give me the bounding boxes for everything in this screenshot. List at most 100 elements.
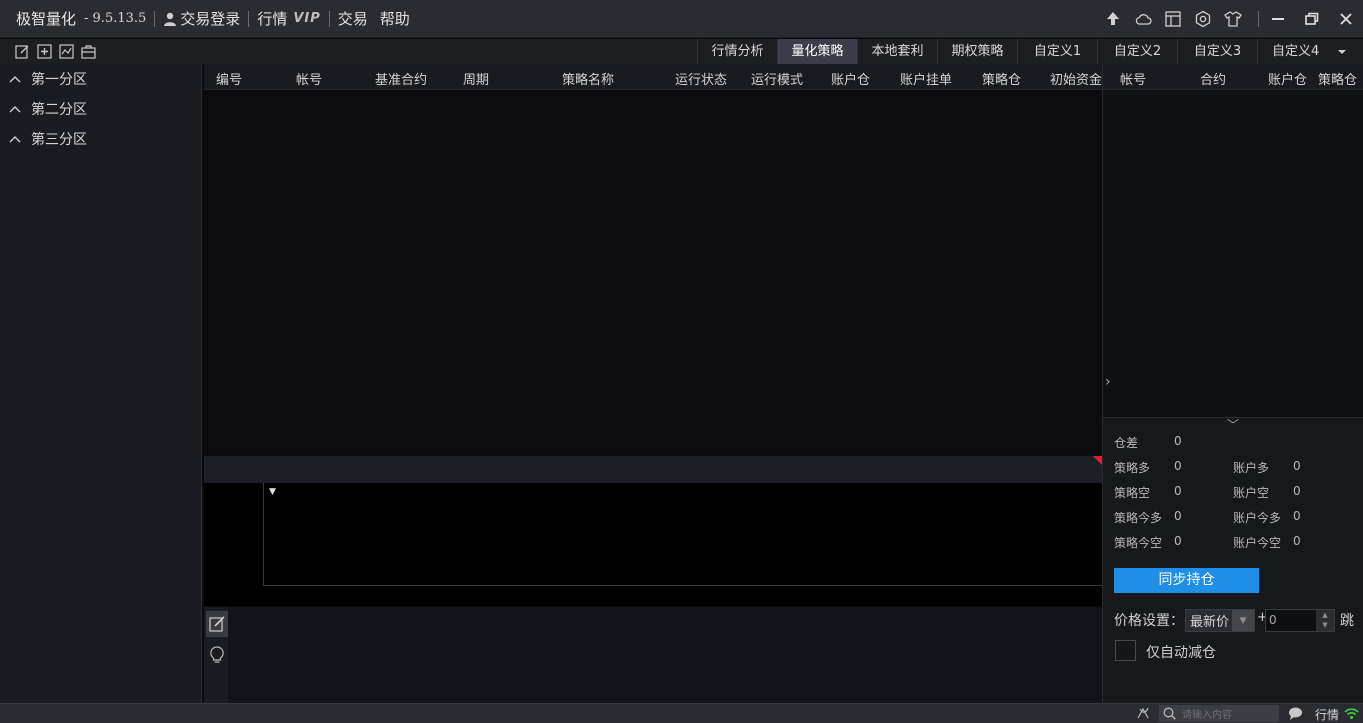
column-header[interactable]: 周期 — [463, 69, 489, 88]
column-header[interactable]: 帐号 — [296, 69, 322, 88]
chat-icon[interactable] — [1288, 706, 1303, 723]
stepper-down-icon[interactable]: ▼ — [1316, 620, 1334, 630]
column-header[interactable]: 基准合约 — [375, 69, 427, 88]
editor-sidebar — [204, 607, 228, 703]
sidebar-section-label: 第二分区 — [31, 102, 87, 118]
dropdown-arrow-icon[interactable]: ▼ — [269, 487, 276, 497]
tab-custom-2[interactable]: 自定义2 — [1097, 39, 1177, 64]
tab-option-strategy[interactable]: 期权策略 — [937, 39, 1017, 64]
chevron-up-icon — [9, 135, 23, 143]
stat-label: 策略今多 — [1114, 511, 1163, 525]
sidebar-section-1[interactable]: 第一分区 — [0, 64, 201, 94]
column-header[interactable]: 账户仓 — [1268, 69, 1307, 88]
tab-custom-1[interactable]: 自定义1 — [1017, 39, 1097, 64]
restore-icon[interactable] — [1295, 0, 1329, 38]
shirt-skin-icon[interactable] — [1218, 0, 1248, 38]
chevron-down-icon[interactable]: ﹀ — [1227, 416, 1239, 433]
toolbar: 行情分析 量化策略 本地套利 期权策略 自定义1 自定义2 自定义3 自定义4 — [0, 39, 1363, 64]
sync-position-button[interactable]: 同步持仓 — [1114, 568, 1259, 593]
price-type-value: 最新价 — [1190, 615, 1230, 630]
log-panel[interactable]: ▼ — [263, 483, 1102, 586]
position-table-header: 帐号 合约 账户仓 策略仓 — [1103, 64, 1363, 90]
vip-badge: VIP — [293, 11, 321, 26]
column-header[interactable]: 合约 — [1200, 69, 1226, 88]
plugin-icon[interactable] — [1136, 706, 1150, 723]
price-setting-label: 价格设置： — [1114, 613, 1184, 629]
column-header[interactable]: 编号 — [216, 69, 242, 88]
stat-label: 策略空 — [1114, 486, 1151, 500]
stat-label: 策略多 — [1114, 461, 1151, 475]
add-icon[interactable] — [36, 43, 52, 59]
stat-label: 账户今空 — [1233, 536, 1282, 550]
sidebar-section-2[interactable]: 第二分区 — [0, 94, 201, 124]
column-header[interactable]: 策略名称 — [562, 69, 614, 88]
close-icon[interactable] — [1329, 0, 1363, 38]
cloud-icon[interactable] — [1128, 0, 1158, 38]
stat-label: 策略今空 — [1114, 536, 1163, 550]
search-icon — [1163, 707, 1176, 720]
column-header[interactable]: 运行模式 — [751, 69, 803, 88]
column-header[interactable]: 运行状态 — [675, 69, 727, 88]
stat-value: 0 — [1293, 534, 1301, 548]
chevron-down-icon[interactable]: ▼ — [1232, 610, 1254, 631]
tab-bar: 行情分析 量化策略 本地套利 期权策略 自定义1 自定义2 自定义3 自定义4 — [697, 39, 1354, 64]
status-bar: 请输入内容 行情 — [0, 703, 1363, 723]
auto-reduce-checkbox[interactable] — [1115, 640, 1136, 661]
tick-offset-value: 0 — [1269, 613, 1277, 627]
chevron-right-icon[interactable]: › — [1105, 374, 1111, 390]
stat-value: 0 — [1293, 509, 1301, 523]
column-header[interactable]: 账户挂单 — [900, 69, 952, 88]
alert-marker-icon — [1093, 456, 1102, 465]
stat-label: 账户多 — [1233, 461, 1270, 475]
splitter-bar[interactable] — [204, 456, 1102, 483]
position-panel: 帐号 合约 账户仓 策略仓 › ﹀ 仓差 0 策略多 0 账户多 0 策略空 0… — [1102, 64, 1363, 703]
tab-quant-strategy[interactable]: 量化策略 — [777, 39, 857, 64]
separator — [154, 10, 156, 27]
market-menu[interactable]: 行情 VIP — [257, 8, 320, 29]
stat-label: 账户今多 — [1233, 511, 1282, 525]
trade-menu[interactable]: 交易 — [338, 8, 368, 29]
column-header[interactable]: 策略仓 — [1318, 69, 1357, 88]
strategy-table-header: 编号 帐号 基准合约 周期 策略名称 运行状态 运行模式 账户仓 账户挂单 策略… — [204, 64, 1102, 90]
edit-note-icon[interactable] — [206, 611, 228, 637]
tab-market-analysis[interactable]: 行情分析 — [697, 39, 777, 64]
log-area: ▼ — [204, 483, 1102, 606]
stat-label: 仓差 — [1114, 436, 1139, 450]
column-header[interactable]: 账户仓 — [831, 69, 870, 88]
sidebar-section-3[interactable]: 第三分区 — [0, 124, 201, 154]
chart-icon[interactable] — [58, 43, 74, 59]
stepper-up-icon[interactable]: ▲ — [1316, 610, 1334, 620]
tab-custom-3[interactable]: 自定义3 — [1177, 39, 1257, 64]
sidebar-section-label: 第一分区 — [31, 72, 87, 88]
column-header[interactable]: 帐号 — [1120, 69, 1146, 88]
hexagon-settings-icon[interactable] — [1188, 0, 1218, 38]
briefcase-icon[interactable] — [80, 43, 96, 59]
minimize-icon[interactable] — [1261, 0, 1295, 38]
price-type-select[interactable]: 最新价 ▼ — [1185, 609, 1255, 632]
position-stats: ﹀ 仓差 0 策略多 0 账户多 0 策略空 0 账户空 0 策略今多 0 账户… — [1103, 417, 1363, 564]
layout-icon[interactable] — [1158, 0, 1188, 38]
chevron-up-icon — [9, 105, 23, 113]
column-header[interactable]: 策略仓 — [982, 69, 1021, 88]
help-menu[interactable]: 帮助 — [380, 8, 410, 29]
market-status-label: 行情 — [1315, 708, 1340, 722]
position-controls: 同步持仓 价格设置： 最新价 ▼ + 0 ▲ ▼ 跳 仅自动减仓 — [1103, 564, 1363, 703]
status-search-input[interactable]: 请输入内容 — [1159, 705, 1279, 722]
edit-icon[interactable] — [14, 43, 30, 59]
app-version: - 9.5.13.5 — [84, 11, 147, 26]
stat-value: 0 — [1174, 534, 1182, 548]
trade-login-menu[interactable]: 交易登录 — [163, 8, 240, 29]
title-bar: 极智量化 - 9.5.13.5 交易登录 行情 VIP 交易 帮助 — [0, 0, 1363, 38]
tick-stepper[interactable]: ▲ ▼ — [1316, 610, 1334, 631]
tab-local-arbitrage[interactable]: 本地套利 — [857, 39, 937, 64]
auto-reduce-label: 仅自动减仓 — [1146, 645, 1216, 661]
stat-value: 0 — [1174, 484, 1182, 498]
tab-custom-4[interactable]: 自定义4 — [1257, 39, 1354, 64]
market-menu-label: 行情 — [257, 10, 288, 28]
tick-offset-input[interactable]: 0 ▲ ▼ — [1265, 609, 1335, 632]
upload-icon[interactable] — [1098, 0, 1128, 38]
strategy-table: 编号 帐号 基准合约 周期 策略名称 运行状态 运行模式 账户仓 账户挂单 策略… — [204, 64, 1102, 454]
stat-value: 0 — [1174, 434, 1182, 448]
lightbulb-icon[interactable] — [206, 642, 228, 668]
column-header[interactable]: 初始资金 — [1050, 69, 1102, 88]
